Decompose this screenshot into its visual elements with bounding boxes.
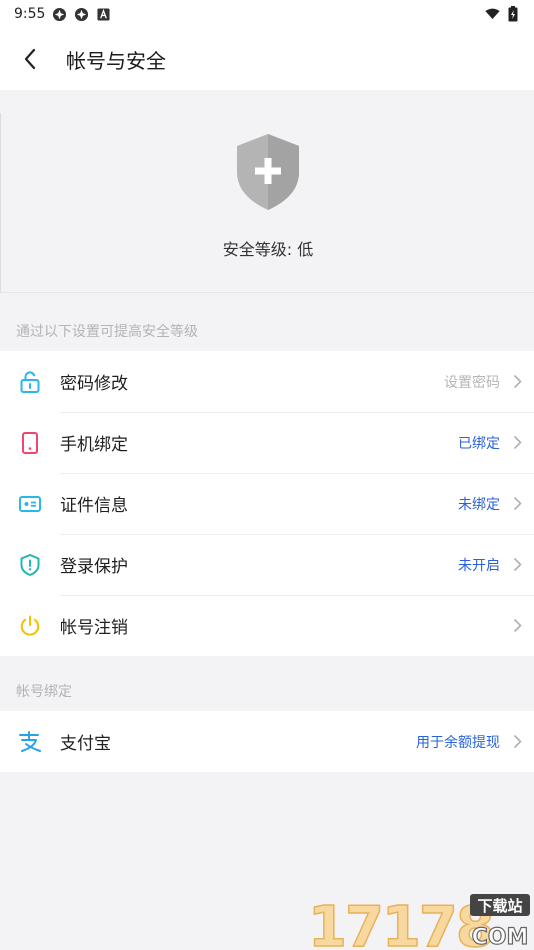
list-item-label: 手机绑定 xyxy=(60,435,128,455)
chevron-left-icon xyxy=(24,48,36,70)
account-binding-list: 支付宝 用于余额提现 xyxy=(0,711,534,772)
list-item-label: 帐号注销 xyxy=(60,618,128,638)
chevron-right-icon xyxy=(500,557,534,572)
list-item-label: 支付宝 xyxy=(60,734,111,754)
shield-plus-icon xyxy=(235,132,301,212)
svg-text:COM: COM xyxy=(472,925,529,950)
status-bar: 9:55 xyxy=(0,0,534,28)
power-icon xyxy=(0,595,60,656)
list-item-status: 已绑定 xyxy=(458,435,500,452)
chevron-right-icon xyxy=(500,734,534,749)
svg-text:17178: 17178 xyxy=(308,895,493,950)
alipay-icon xyxy=(0,711,60,772)
chevron-right-icon xyxy=(500,374,534,389)
chevron-right-icon xyxy=(500,496,534,511)
unlock-icon xyxy=(0,351,60,412)
list-item-status: 未绑定 xyxy=(458,496,500,513)
list-item-status: 用于余额提现 xyxy=(416,734,500,751)
status-time: 9:55 xyxy=(14,6,46,22)
id-card-icon xyxy=(0,473,60,534)
list-item-password[interactable]: 密码修改 设置密码 xyxy=(0,351,534,412)
list-item-phone[interactable]: 手机绑定 已绑定 xyxy=(0,412,534,473)
list-item-status: 设置密码 xyxy=(444,374,500,391)
battery-charging-icon xyxy=(505,6,520,22)
a-notification-icon xyxy=(96,7,111,22)
list-item-label: 登录保护 xyxy=(60,557,128,577)
list-item-status: 未开启 xyxy=(458,557,500,574)
list-item-id-info[interactable]: 证件信息 未绑定 xyxy=(0,473,534,534)
security-level-text: 安全等级: 低 xyxy=(222,240,314,259)
section-security-label: 通过以下设置可提高安全等级 xyxy=(16,324,198,340)
section-binding-label: 帐号绑定 xyxy=(16,684,72,700)
back-button[interactable] xyxy=(0,28,60,90)
chevron-right-icon xyxy=(500,435,534,450)
security-settings-list: 密码修改 设置密码 手机绑定 已绑定 证件信息 未绑定 登录保护 未开启 帐号注… xyxy=(0,351,534,656)
list-item-login-protection[interactable]: 登录保护 未开启 xyxy=(0,534,534,595)
wifi-icon xyxy=(485,7,500,22)
phone-icon xyxy=(0,412,60,473)
list-item-label: 证件信息 xyxy=(60,496,128,516)
list-item-account-deletion[interactable]: 帐号注销 xyxy=(0,595,534,656)
gear-notification-icon xyxy=(74,7,89,22)
list-item-alipay[interactable]: 支付宝 用于余额提现 xyxy=(0,711,534,772)
app-bar: 帐号与安全 xyxy=(0,28,534,90)
list-item-label: 密码修改 xyxy=(60,374,128,394)
watermark-logo: 17178 下载站 COM xyxy=(306,888,534,950)
page-title: 帐号与安全 xyxy=(66,48,166,73)
chevron-right-icon xyxy=(500,618,534,633)
security-level-card: 安全等级: 低 xyxy=(0,113,534,293)
gear-notification-icon xyxy=(52,7,67,22)
shield-alert-icon xyxy=(0,534,60,595)
svg-text:下载站: 下载站 xyxy=(477,897,522,915)
